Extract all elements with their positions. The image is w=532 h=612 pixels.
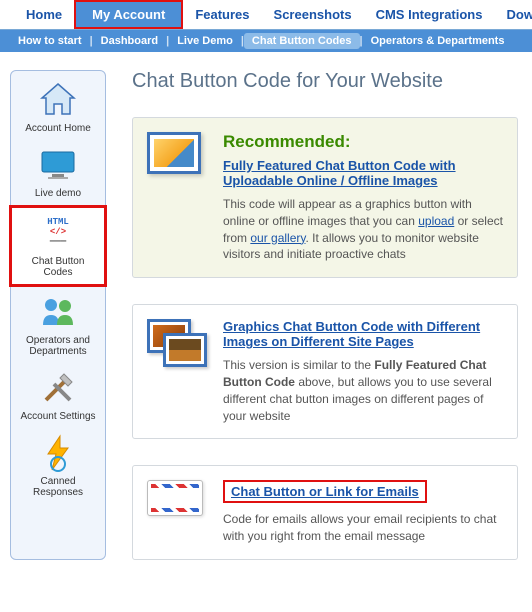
sidebar-item-canned-responses[interactable]: Canned Responses [11, 428, 105, 504]
sidebar-item-operators-departments[interactable]: Operators and Departments [11, 287, 105, 363]
nav-home[interactable]: Home [14, 1, 74, 28]
sidebar-item-label: Operators and Departments [26, 335, 90, 357]
nav-downloads-cut[interactable]: Dow [494, 1, 532, 28]
card-recommended: Recommended: Fully Featured Chat Button … [132, 117, 518, 278]
card-desc: This version is similar to the Fully Fea… [223, 357, 503, 424]
monitor-icon [37, 146, 79, 184]
nav-features[interactable]: Features [183, 1, 261, 28]
html-code-icon: HTML </> ━━━ [37, 214, 79, 252]
recommended-label: Recommended: [223, 132, 503, 152]
users-icon [37, 293, 79, 331]
sidebar-item-account-home[interactable]: Account Home [11, 75, 105, 140]
subnav-chat-button-codes[interactable]: Chat Button Codes [244, 33, 360, 49]
card-graphics-pages: Graphics Chat Button Code with Different… [132, 304, 518, 439]
top-nav: Home My Account Features Screenshots CMS… [0, 0, 532, 30]
sidebar-item-chat-button-codes[interactable]: HTML </> ━━━ Chat Button Codes [9, 205, 107, 287]
lightning-icon [37, 434, 79, 472]
link-graphics-different-pages[interactable]: Graphics Chat Button Code with Different… [223, 319, 480, 349]
sidebar-item-label: Canned Responses [33, 476, 83, 498]
sidebar-item-label: Account Home [25, 123, 91, 134]
nav-screenshots[interactable]: Screenshots [262, 1, 364, 28]
card-desc: This code will appear as a graphics butt… [223, 196, 503, 263]
subnav-dashboard[interactable]: Dashboard [93, 35, 166, 47]
home-icon [37, 81, 79, 119]
card-desc: Code for emails allows your email recipi… [223, 511, 503, 545]
sidebar-item-live-demo[interactable]: Live demo [11, 140, 105, 205]
sidebar-item-label: Live demo [35, 188, 81, 199]
subnav-operators-departments[interactable]: Operators & Departments [363, 35, 513, 47]
main-content: Chat Button Code for Your Website Recomm… [106, 70, 532, 560]
sub-nav: How to start | Dashboard | Live Demo | C… [0, 30, 532, 52]
nav-cms-integrations[interactable]: CMS Integrations [364, 1, 495, 28]
tools-icon [37, 369, 79, 407]
nav-my-account[interactable]: My Account [74, 0, 183, 29]
subnav-how-to-start[interactable]: How to start [10, 35, 90, 47]
page-title: Chat Button Code for Your Website [132, 70, 518, 93]
sidebar-item-label: Account Settings [20, 411, 95, 422]
subnav-live-demo[interactable]: Live Demo [169, 35, 241, 47]
picture-frames-icon [147, 319, 209, 424]
envelope-icon [147, 480, 209, 545]
sidebar-item-account-settings[interactable]: Account Settings [11, 363, 105, 428]
link-fully-featured-code[interactable]: Fully Featured Chat Button Code with Upl… [223, 158, 456, 188]
card-emails: Chat Button or Link for Emails Code for … [132, 465, 518, 560]
picture-frame-icon [147, 132, 209, 263]
link-upload[interactable]: upload [418, 214, 454, 228]
link-chat-button-emails[interactable]: Chat Button or Link for Emails [231, 484, 419, 499]
sidebar-item-label: Chat Button Codes [32, 256, 85, 278]
sidebar: Account Home Live demo HTML </> ━━━ Chat… [10, 70, 106, 560]
link-our-gallery[interactable]: our gallery [250, 231, 305, 245]
